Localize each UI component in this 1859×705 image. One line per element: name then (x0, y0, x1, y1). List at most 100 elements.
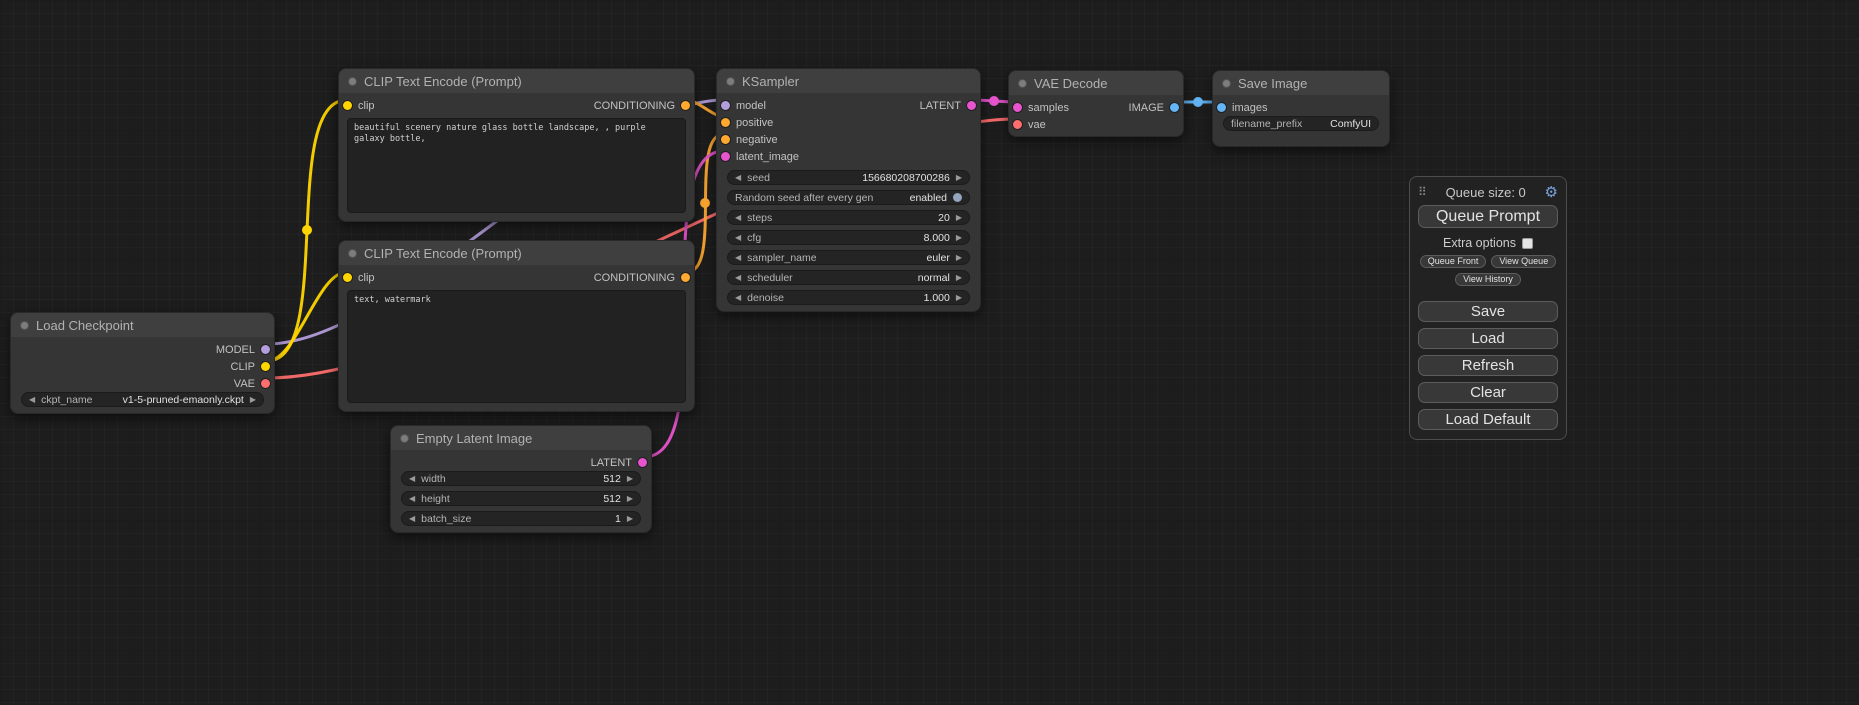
decrement-arrow-icon[interactable]: ◀ (735, 214, 741, 222)
view-queue-button[interactable]: View Queue (1491, 255, 1556, 268)
increment-arrow-icon[interactable]: ▶ (627, 495, 633, 503)
latent-slot-dot[interactable] (721, 152, 730, 161)
refresh-button[interactable]: Refresh (1418, 355, 1558, 376)
node-title-bar[interactable]: Load Checkpoint (11, 313, 274, 337)
collapse-dot-icon[interactable] (400, 434, 409, 443)
drag-handle-icon[interactable]: ⠿ (1418, 185, 1427, 199)
seed-widget[interactable]: ◀ seed 156680208700286 ▶ (727, 170, 970, 185)
ckpt-name-widget[interactable]: ◀ ckpt_name v1-5-pruned-emaonly.ckpt ▶ (21, 392, 264, 407)
increment-arrow-icon[interactable]: ▶ (956, 294, 962, 302)
output-slot-conditioning[interactable]: CONDITIONING (594, 100, 690, 112)
decrement-arrow-icon[interactable]: ◀ (735, 254, 741, 262)
decrement-arrow-icon[interactable]: ◀ (29, 396, 35, 404)
increment-arrow-icon[interactable]: ▶ (956, 174, 962, 182)
node-empty-latent-image[interactable]: Empty Latent Image LATENT ◀ width 512 ▶ … (390, 425, 652, 533)
output-slot-clip[interactable]: CLIP (231, 361, 270, 373)
node-title-bar[interactable]: Empty Latent Image (391, 426, 651, 450)
image-slot-dot[interactable] (1170, 103, 1179, 112)
output-slot-latent[interactable]: LATENT (920, 100, 976, 112)
node-title-bar[interactable]: CLIP Text Encode (Prompt) (339, 69, 694, 93)
conditioning-slot-dot[interactable] (681, 273, 690, 282)
node-clip-text-encode-negative[interactable]: CLIP Text Encode (Prompt) clip CONDITION… (338, 240, 695, 412)
decrement-arrow-icon[interactable]: ◀ (735, 274, 741, 282)
vae-slot-dot[interactable] (261, 379, 270, 388)
settings-gear-icon[interactable]: ⚙ (1545, 185, 1558, 200)
increment-arrow-icon[interactable]: ▶ (627, 515, 633, 523)
output-slot-conditioning[interactable]: CONDITIONING (594, 272, 690, 284)
input-slot-vae[interactable]: vae (1013, 119, 1046, 131)
collapse-dot-icon[interactable] (726, 77, 735, 86)
decrement-arrow-icon[interactable]: ◀ (409, 495, 415, 503)
collapse-dot-icon[interactable] (348, 77, 357, 86)
positive-prompt-textarea[interactable]: beautiful scenery nature glass bottle la… (347, 118, 686, 213)
increment-arrow-icon[interactable]: ▶ (956, 274, 962, 282)
denoise-widget[interactable]: ◀ denoise 1.000 ▶ (727, 290, 970, 305)
queue-front-button[interactable]: Queue Front (1420, 255, 1487, 268)
decrement-arrow-icon[interactable]: ◀ (735, 234, 741, 242)
input-slot-model[interactable]: model (721, 100, 766, 112)
decrement-arrow-icon[interactable]: ◀ (409, 515, 415, 523)
latent-slot-dot[interactable] (638, 458, 647, 467)
node-graph-canvas[interactable]: Load Checkpoint MODEL CLIP VAE (0, 0, 1859, 705)
input-slot-images[interactable]: images (1217, 102, 1267, 114)
output-slot-vae[interactable]: VAE (234, 378, 270, 390)
conditioning-slot-dot[interactable] (681, 101, 690, 110)
toggle-dot-icon[interactable] (953, 193, 962, 202)
save-button[interactable]: Save (1418, 301, 1558, 322)
node-save-image[interactable]: Save Image images filename_prefix ComfyU… (1212, 70, 1390, 147)
queue-prompt-button[interactable]: Queue Prompt (1418, 205, 1558, 228)
collapse-dot-icon[interactable] (1222, 79, 1231, 88)
collapse-dot-icon[interactable] (348, 249, 357, 258)
model-slot-dot[interactable] (261, 345, 270, 354)
input-slot-clip[interactable]: clip (343, 100, 375, 112)
load-default-button[interactable]: Load Default (1418, 409, 1558, 430)
node-clip-text-encode-positive[interactable]: CLIP Text Encode (Prompt) clip CONDITION… (338, 68, 695, 222)
latent-slot-dot[interactable] (1013, 103, 1022, 112)
random-seed-toggle-widget[interactable]: Random seed after every gen enabled (727, 190, 970, 205)
increment-arrow-icon[interactable]: ▶ (627, 475, 633, 483)
increment-arrow-icon[interactable]: ▶ (956, 234, 962, 242)
clip-slot-dot[interactable] (343, 101, 352, 110)
input-slot-negative[interactable]: negative (721, 134, 778, 146)
filename-prefix-widget[interactable]: filename_prefix ComfyUI (1223, 116, 1379, 131)
clear-button[interactable]: Clear (1418, 382, 1558, 403)
conditioning-slot-dot[interactable] (721, 118, 730, 127)
scheduler-widget[interactable]: ◀ scheduler normal ▶ (727, 270, 970, 285)
image-slot-dot[interactable] (1217, 103, 1226, 112)
extra-options-checkbox[interactable] (1522, 238, 1533, 249)
view-history-button[interactable]: View History (1455, 273, 1521, 286)
output-slot-model[interactable]: MODEL (216, 344, 270, 356)
model-slot-dot[interactable] (721, 101, 730, 110)
collapse-dot-icon[interactable] (20, 321, 29, 330)
clip-slot-dot[interactable] (261, 362, 270, 371)
latent-slot-dot[interactable] (967, 101, 976, 110)
load-button[interactable]: Load (1418, 328, 1558, 349)
input-slot-positive[interactable]: positive (721, 117, 773, 129)
sampler-name-widget[interactable]: ◀ sampler_name euler ▶ (727, 250, 970, 265)
decrement-arrow-icon[interactable]: ◀ (735, 174, 741, 182)
node-title-bar[interactable]: KSampler (717, 69, 980, 93)
increment-arrow-icon[interactable]: ▶ (956, 254, 962, 262)
node-vae-decode[interactable]: VAE Decode samples IMAGE vae (1008, 70, 1184, 137)
decrement-arrow-icon[interactable]: ◀ (735, 294, 741, 302)
node-title-bar[interactable]: Save Image (1213, 71, 1389, 95)
output-slot-image[interactable]: IMAGE (1129, 102, 1179, 114)
increment-arrow-icon[interactable]: ▶ (956, 214, 962, 222)
height-widget[interactable]: ◀ height 512 ▶ (401, 491, 641, 506)
input-slot-samples[interactable]: samples (1013, 102, 1069, 114)
output-slot-latent[interactable]: LATENT (591, 457, 647, 469)
width-widget[interactable]: ◀ width 512 ▶ (401, 471, 641, 486)
input-slot-clip[interactable]: clip (343, 272, 375, 284)
negative-prompt-textarea[interactable]: text, watermark (347, 290, 686, 403)
vae-slot-dot[interactable] (1013, 120, 1022, 129)
clip-slot-dot[interactable] (343, 273, 352, 282)
increment-arrow-icon[interactable]: ▶ (250, 396, 256, 404)
node-title-bar[interactable]: CLIP Text Encode (Prompt) (339, 241, 694, 265)
conditioning-slot-dot[interactable] (721, 135, 730, 144)
collapse-dot-icon[interactable] (1018, 79, 1027, 88)
node-ksampler[interactable]: KSampler model LATENT positive (716, 68, 981, 312)
batch-size-widget[interactable]: ◀ batch_size 1 ▶ (401, 511, 641, 526)
input-slot-latent-image[interactable]: latent_image (721, 151, 799, 163)
cfg-widget[interactable]: ◀ cfg 8.000 ▶ (727, 230, 970, 245)
decrement-arrow-icon[interactable]: ◀ (409, 475, 415, 483)
